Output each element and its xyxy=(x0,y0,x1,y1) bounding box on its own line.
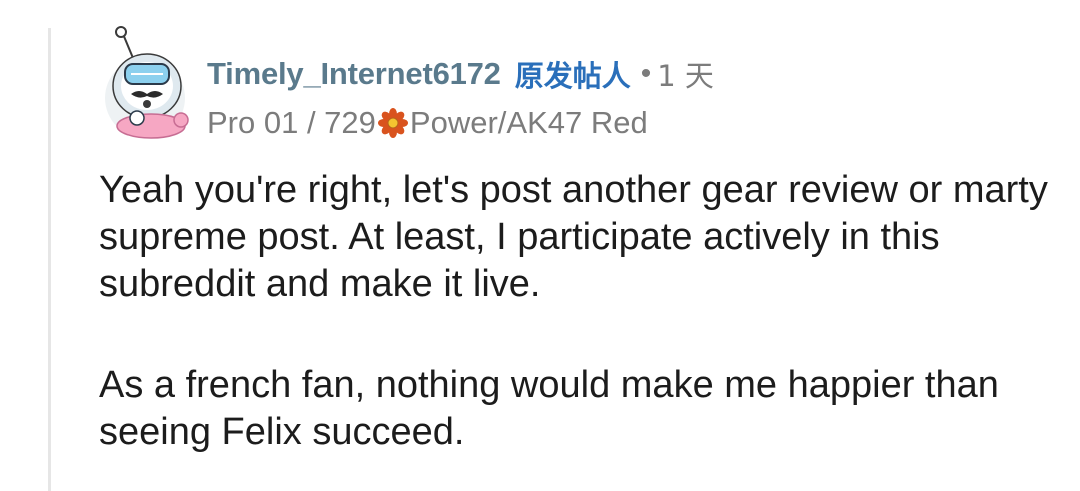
thread-line[interactable] xyxy=(48,28,51,491)
user-avatar[interactable] xyxy=(103,22,191,140)
flower-icon xyxy=(377,108,408,138)
flair-text-suffix: Power/AK47 Red xyxy=(409,105,648,140)
meta-separator: • xyxy=(640,57,652,90)
comment-body: Yeah you're right, let's post another ge… xyxy=(99,167,1059,491)
snowman-avatar-icon xyxy=(105,26,189,139)
comment-paragraph: As a french fan, nothing would make me h… xyxy=(99,364,999,453)
comment-author-row: Timely_Internet6172 原发帖人 • 1 天 xyxy=(207,52,714,96)
username-link[interactable]: Timely_Internet6172 xyxy=(207,56,501,92)
comment-paragraph: Yeah you're right, let's post another ge… xyxy=(99,169,1048,305)
op-badge: 原发帖人 xyxy=(514,59,631,93)
flair-text-prefix: Pro 01 / 729 xyxy=(207,105,376,140)
comment-timestamp: 1 天 xyxy=(657,59,714,93)
user-flair: Pro 01 / 729 Power/AK47 Red xyxy=(207,102,648,144)
